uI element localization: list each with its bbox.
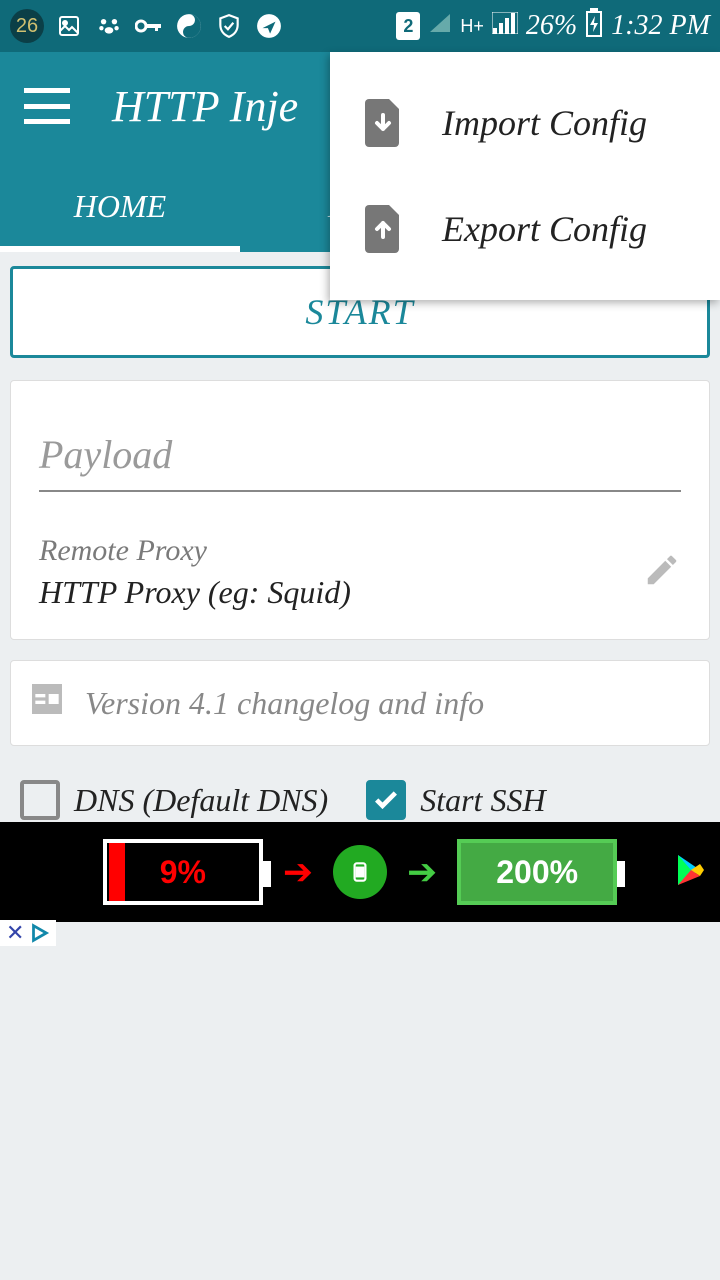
remote-proxy-value: HTTP Proxy (eg: Squid) [39,574,351,611]
hamburger-menu-button[interactable] [24,88,70,124]
status-right: 2 H+ 26% 1:32 PM [396,8,710,45]
signal-bars-icon [492,12,518,41]
signal-triangle-icon [428,12,452,41]
file-import-icon [362,98,404,148]
close-x-icon: ✕ [6,920,24,946]
image-icon [54,11,84,41]
remote-proxy-label: Remote Proxy [39,534,351,568]
arrow-right-icon: ➔ [283,851,313,893]
file-export-icon [362,204,404,254]
remote-proxy-row[interactable]: Remote Proxy HTTP Proxy (eg: Squid) [39,534,681,611]
key-icon [134,11,164,41]
ad-battery-full-icon: 200% [457,839,617,905]
paw-icon [94,11,124,41]
dns-checkbox[interactable] [20,780,60,820]
menu-item-export-config[interactable]: Export Config [330,176,720,282]
menu-label: Export Config [442,208,647,250]
payload-input[interactable]: Payload [39,409,681,492]
ad-battery-low-icon: 9% [103,839,263,905]
battery-percent-label: 26% [526,10,577,42]
status-bar: 26 2 H+ 26% 1:32 PM [0,0,720,52]
edit-pencil-icon[interactable] [643,551,681,594]
ssh-checkbox[interactable] [366,780,406,820]
arrow-right-icon: ➔ [407,851,437,893]
sim-number-badge: 2 [396,12,420,40]
notification-count-badge: 26 [10,9,44,43]
tab-home[interactable]: HOME [0,160,240,252]
checkbox-row: DNS (Default DNS) Start SSH [10,780,710,820]
menu-label: Import Config [442,102,647,144]
ad-close-button[interactable]: ✕ [0,920,56,946]
network-type-label: H+ [460,16,484,37]
dns-checkbox-label: DNS (Default DNS) [74,782,328,819]
yin-yang-icon [174,11,204,41]
ad-low-percent: 9% [107,854,259,891]
changelog-text: Version 4.1 changelog and info [85,685,484,722]
play-store-icon[interactable] [676,853,706,892]
ssh-checkbox-label: Start SSH [420,782,545,819]
ad-info-play-icon [28,922,50,944]
battery-charging-icon [585,8,603,45]
content-area: START Payload Remote Proxy HTTP Proxy (e… [0,252,720,820]
status-left: 26 [10,9,284,43]
shield-check-icon [214,11,244,41]
menu-item-import-config[interactable]: Import Config [330,70,720,176]
ad-high-percent: 200% [461,854,613,891]
navigation-icon [254,11,284,41]
clock-label: 1:32 PM [611,10,710,42]
changelog-card[interactable]: Version 4.1 changelog and info [10,660,710,746]
changelog-icon [27,679,67,727]
ad-banner[interactable]: 9% ➔ ➔ 200% ✕ [0,822,720,922]
ad-app-icon [333,845,387,899]
overflow-menu: Import Config Export Config [330,52,720,300]
config-card: Payload Remote Proxy HTTP Proxy (eg: Squ… [10,380,710,640]
app-title: HTTP Inje [112,81,298,132]
